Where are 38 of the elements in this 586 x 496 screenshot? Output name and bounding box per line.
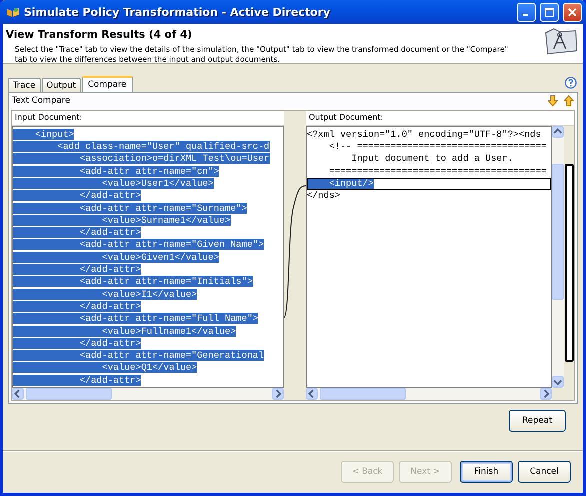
up-arrow-icon[interactable]	[564, 95, 574, 108]
scroll-left-icon[interactable]	[12, 388, 24, 400]
pane-label: Output Document:	[306, 110, 574, 126]
scroll-right-icon[interactable]	[272, 388, 284, 400]
panel-title: Text Compare	[12, 96, 72, 106]
code-line: <?xml version="1.0" encoding="UTF-8"?><nds	[307, 128, 542, 140]
input-document-view[interactable]	[12, 126, 284, 388]
tab[interactable]: Compare	[82, 76, 133, 92]
minimize-icon	[522, 14, 528, 16]
tab[interactable]: Output	[42, 78, 82, 92]
maximize-button[interactable]	[540, 2, 559, 22]
compass-folder-icon	[544, 27, 580, 57]
code-line: <!-- ==================================	[328, 141, 547, 152]
help-icon[interactable]	[565, 77, 577, 89]
horizontal-scrollbar[interactable]	[12, 388, 284, 400]
app-icon	[6, 6, 20, 18]
close-icon	[568, 8, 577, 16]
maximize-icon	[545, 8, 554, 16]
scroll-up-icon[interactable]	[552, 126, 564, 138]
down-arrow-icon[interactable]	[548, 95, 558, 108]
code-line: =======================================	[328, 166, 547, 177]
dialog-button[interactable]: Finish	[460, 461, 513, 483]
code-line: </nds>	[307, 190, 340, 202]
scroll-down-icon[interactable]	[552, 376, 564, 388]
horizontal-scrollbar[interactable]	[306, 388, 552, 400]
scroll-left-icon[interactable]	[306, 388, 318, 400]
pane-label: Input Document:	[12, 110, 284, 126]
window-title: Simulate Policy Transformation - Active Directory	[24, 6, 332, 18]
repeat-button[interactable]: Repeat	[509, 410, 566, 432]
code-line: Input document to add a User.	[350, 153, 514, 164]
vertical-scrollbar[interactable]	[552, 126, 564, 388]
output-document-view[interactable]: <?xml version="1.0" encoding="UTF-8"?><nds <!-- ================================== Input document to add a User. ======================================= <input/> </nds>	[306, 126, 552, 388]
minimize-button[interactable]	[517, 2, 536, 22]
close-button[interactable]	[563, 2, 582, 22]
scroll-right-icon[interactable]	[540, 388, 552, 400]
dialog-button[interactable]: Cancel	[518, 461, 571, 483]
tab[interactable]: Trace	[8, 78, 41, 92]
page-title: View Transform Results (4 of 4)	[6, 29, 194, 41]
